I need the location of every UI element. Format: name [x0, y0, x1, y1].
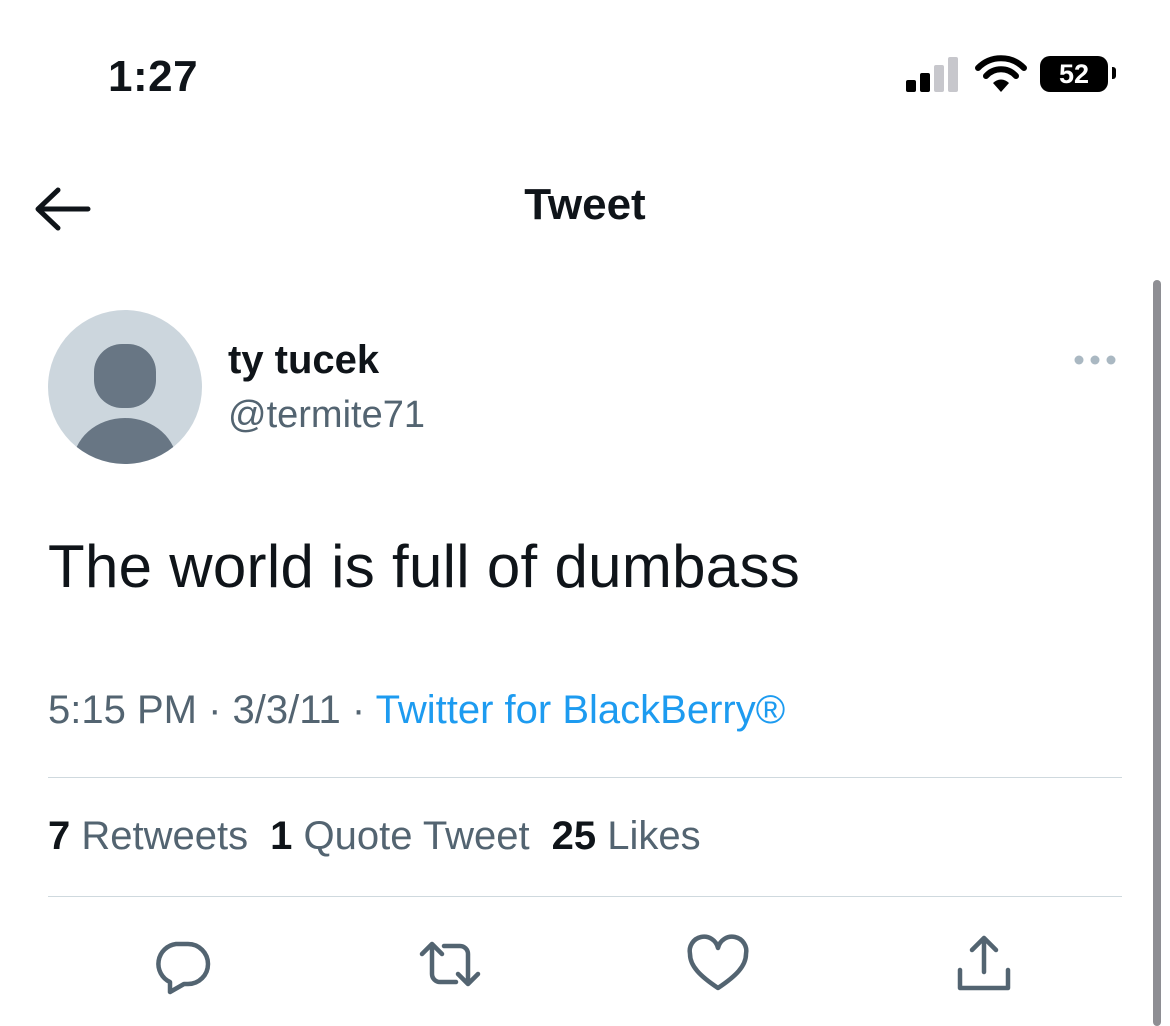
default-avatar-icon: [73, 344, 177, 464]
divider: [48, 896, 1122, 897]
cellular-signal-icon: [906, 57, 958, 92]
meta-separator: ·: [351, 688, 366, 732]
retweets-label: Retweets: [81, 814, 249, 858]
more-button[interactable]: [1070, 348, 1120, 372]
tweet-time: 5:15 PM: [48, 688, 197, 732]
quotes-label: Quote Tweet: [303, 814, 530, 858]
more-horizontal-icon: [1074, 355, 1116, 365]
likes-label: Likes: [607, 814, 701, 858]
retweets-stat[interactable]: 7 Retweets: [48, 814, 248, 858]
tweet-source-link[interactable]: Twitter for BlackBerry®: [376, 688, 786, 732]
reply-icon: [156, 941, 211, 995]
author-handle[interactable]: @termite71: [228, 394, 425, 437]
quotes-stat[interactable]: 1 Quote Tweet: [270, 814, 529, 858]
reply-button[interactable]: [150, 932, 214, 996]
retweet-icon: [419, 941, 481, 987]
like-icon: [687, 934, 749, 991]
retweet-button[interactable]: [418, 932, 482, 996]
share-button[interactable]: [952, 932, 1016, 996]
like-button[interactable]: [686, 932, 750, 996]
tweet-meta: 5:15 PM · 3/3/11 · Twitter for BlackBerr…: [48, 688, 785, 733]
wifi-icon: [975, 55, 1027, 92]
divider: [48, 777, 1122, 778]
meta-separator: ·: [208, 688, 222, 732]
status-time: 1:27: [108, 52, 199, 101]
likes-count: 25: [551, 814, 597, 858]
tweet-detail-screen: 1:27 52 Tweet ty tucek @termite71 The wo…: [0, 0, 1170, 1026]
retweets-count: 7: [48, 814, 71, 858]
page-title: Tweet: [524, 180, 646, 229]
scrollbar[interactable]: [1153, 280, 1161, 1026]
tweet-date: 3/3/11: [232, 688, 341, 732]
battery-level: 52: [1058, 58, 1090, 89]
battery-tip: [1112, 67, 1116, 79]
tweet-text: The world is full of dumbass: [48, 533, 801, 600]
tweet-stats: 7 Retweets 1 Quote Tweet 25 Likes: [48, 814, 723, 859]
quotes-count: 1: [270, 814, 293, 858]
avatar[interactable]: [48, 310, 202, 464]
author-name[interactable]: ty tucek: [228, 338, 379, 383]
battery-icon: 52: [1040, 56, 1108, 92]
share-icon: [957, 935, 1011, 991]
likes-stat[interactable]: 25 Likes: [552, 814, 701, 858]
